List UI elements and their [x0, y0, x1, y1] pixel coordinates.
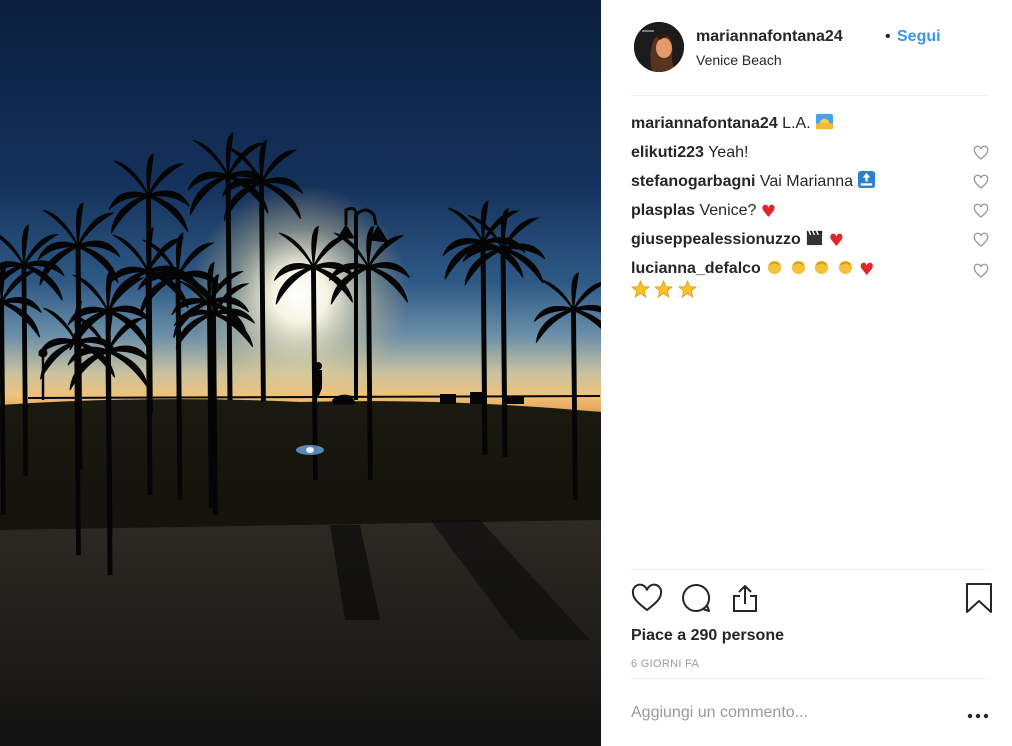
clapping-hands-emoji — [768, 260, 782, 275]
post-timestamp[interactable]: 6 GIORNI FA — [631, 658, 699, 670]
like-comment-heart-icon[interactable] — [973, 145, 989, 161]
clapping-hands-emoji — [815, 260, 829, 275]
clapper-board-emoji — [807, 230, 823, 246]
heart-outline-icon[interactable] — [631, 582, 663, 614]
bookmark-icon[interactable] — [963, 582, 995, 614]
star-emoji — [654, 280, 674, 298]
post-username[interactable]: mariannafontana24 — [696, 28, 843, 46]
caption: mariannafontana24 L.A. — [631, 112, 989, 135]
list-item: lucianna_defalco ♥ — [631, 257, 989, 303]
share-upload-icon[interactable] — [729, 582, 761, 614]
comment-username[interactable]: giuseppealessionuzzo — [631, 231, 801, 248]
avatar[interactable] — [634, 22, 684, 72]
comment-username[interactable]: elikuti223 — [631, 144, 704, 161]
separator-dot: • — [885, 28, 891, 45]
list-item: plasplas Venice? ♥ — [631, 199, 989, 222]
sunrise-emoji — [816, 113, 834, 130]
star-emoji — [677, 280, 697, 298]
add-comment-input[interactable]: Aggiungi un commento... — [631, 704, 808, 722]
heart-emoji: ♥ — [859, 260, 875, 280]
heart-emoji: ♥ — [760, 202, 777, 222]
more-options-icon[interactable] — [967, 706, 989, 726]
post-header: mariannafontana24 • Segui Venice Beach — [631, 20, 989, 96]
post-actions: Piace a 290 persone 6 GIORNI FA — [631, 569, 992, 679]
comment-text: Venice? — [699, 202, 757, 219]
comments-list: mariannafontana24 L.A. elikuti223 Yeah! … — [631, 112, 989, 309]
clapping-hands-emoji — [838, 260, 852, 275]
list-item: stefanogarbagni Vai Marianna — [631, 170, 989, 193]
comment-username[interactable]: mariannafontana24 — [631, 115, 778, 132]
comment-username[interactable]: stefanogarbagni — [631, 173, 755, 190]
post-side-panel: mariannafontana24 • Segui Venice Beach m… — [601, 0, 1012, 746]
likes-count[interactable]: Piace a 290 persone — [631, 627, 784, 645]
like-comment-heart-icon[interactable] — [973, 232, 989, 248]
comment-text: Vai Marianna — [759, 173, 854, 190]
profile-photo — [634, 22, 684, 72]
top-arrow-emoji — [858, 170, 876, 189]
comment-text: L.A. — [782, 115, 811, 132]
like-comment-heart-icon[interactable] — [973, 203, 989, 219]
like-comment-heart-icon[interactable] — [973, 174, 989, 190]
like-comment-heart-icon[interactable] — [973, 263, 989, 279]
star-emoji — [631, 280, 650, 298]
comment-text: Yeah! — [708, 144, 749, 161]
heart-emoji: ♥ — [828, 231, 844, 251]
follow-button[interactable]: Segui — [897, 28, 941, 46]
list-item: elikuti223 Yeah! — [631, 141, 989, 164]
comment-bubble-icon[interactable] — [680, 582, 712, 614]
list-item: giuseppealessionuzzo ♥ — [631, 228, 989, 251]
clapping-hands-emoji — [791, 260, 805, 275]
photo-sunset-palms — [0, 0, 601, 746]
comment-username[interactable]: lucianna_defalco — [631, 260, 761, 277]
comment-username[interactable]: plasplas — [631, 202, 695, 219]
post-location[interactable]: Venice Beach — [696, 52, 782, 68]
post-photo[interactable] — [0, 0, 601, 746]
